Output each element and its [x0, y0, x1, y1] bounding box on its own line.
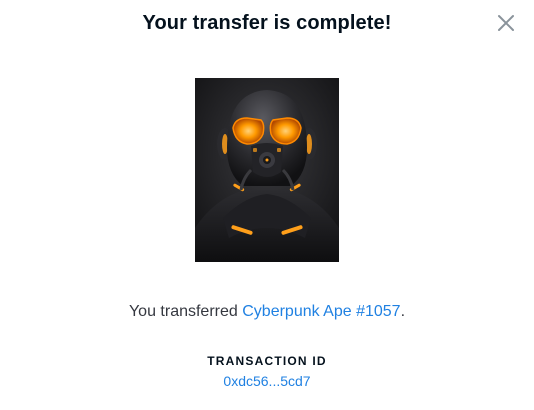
message-suffix: .	[400, 303, 406, 320]
transaction-id-link[interactable]: 0xdc56...5cd7	[223, 373, 310, 389]
transaction-id-label: TRANSACTION ID	[207, 354, 327, 368]
transfer-message: You transferred Cyberpunk Ape #1057.	[0, 301, 534, 323]
transfer-complete-modal: Your transfer is complete! You transferr…	[0, 0, 534, 410]
transaction-id: 0xdc56...5cd7	[0, 371, 534, 391]
modal-title: Your transfer is complete!	[142, 12, 392, 34]
close-icon	[498, 15, 514, 31]
close-button[interactable]	[494, 11, 518, 35]
nft-image	[195, 78, 339, 262]
message-prefix: You transferred	[128, 303, 243, 320]
nft-item-link[interactable]: Cyberpunk Ape #1057	[242, 303, 400, 320]
